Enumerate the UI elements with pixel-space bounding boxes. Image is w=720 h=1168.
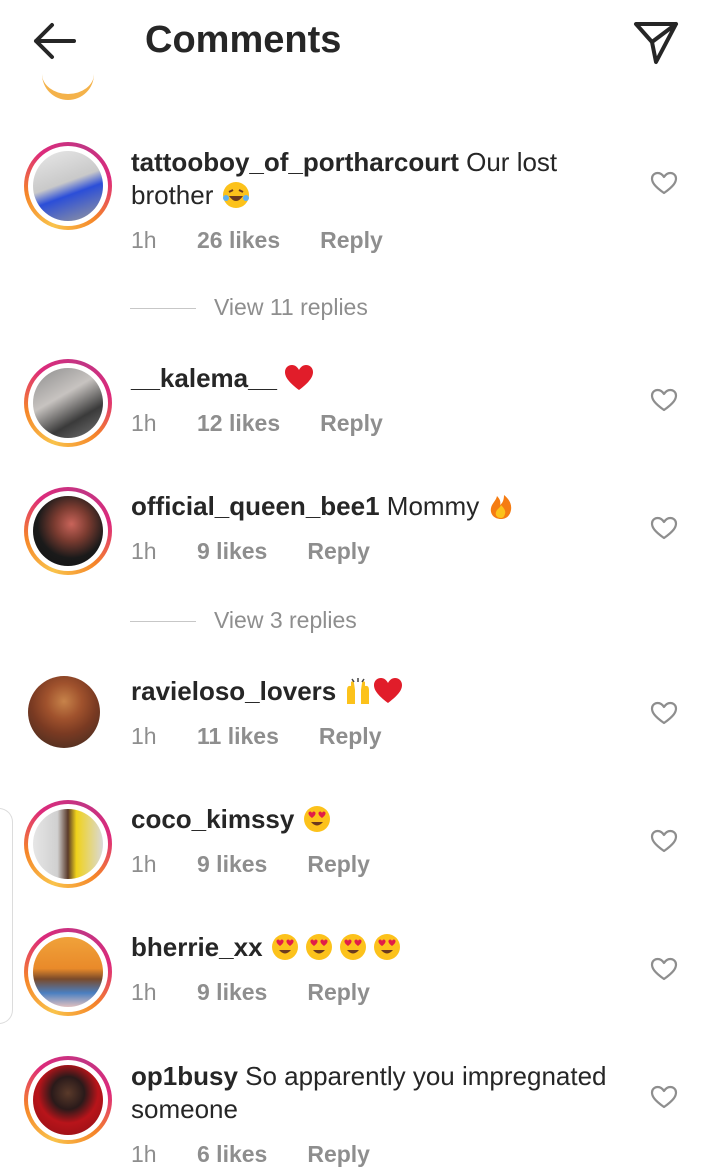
like-count[interactable]: 9 likes [197,537,267,565]
send-direct-icon[interactable] [630,16,682,68]
replies-divider [130,308,196,310]
avatar[interactable] [24,142,112,230]
raised-hands-emoji-icon [347,678,370,704]
heart-eyes-emoji-icon [373,934,400,960]
comment-time: 1h [131,538,157,564]
comment-meta: 1h 9 likes Reply [131,978,370,1006]
comment-username[interactable]: official_queen_bee1 [131,491,380,521]
like-count[interactable]: 11 likes [197,722,279,750]
view-replies-button[interactable]: View 11 replies [130,294,368,321]
heart-eyes-emoji-icon [303,806,330,832]
reply-button[interactable]: Reply [319,722,382,750]
like-heart-icon[interactable] [650,515,678,541]
comment-username[interactable]: coco_kimssy [131,804,294,834]
comment-username[interactable]: bherrie_xx [131,932,263,962]
like-count[interactable]: 9 likes [197,850,267,878]
comment-meta: 1h 6 likes Reply [131,1140,370,1168]
comment-username[interactable]: ravieloso_lovers [131,676,336,706]
avatar[interactable] [24,672,112,760]
like-heart-icon[interactable] [650,956,678,982]
avatar[interactable] [24,800,112,888]
edge-panel-handle[interactable] [0,808,13,1024]
heart-eyes-emoji-icon [305,934,332,960]
like-count[interactable]: 6 likes [197,1140,267,1168]
fire-emoji-icon [491,495,512,519]
like-count[interactable]: 9 likes [197,978,267,1006]
replies-divider [130,621,196,623]
back-arrow-icon[interactable] [28,16,84,66]
red-heart-emoji-icon [374,678,403,703]
reply-button[interactable]: Reply [307,1140,370,1168]
like-heart-icon[interactable] [650,387,678,413]
heart-eyes-emoji-icon [271,934,298,960]
comment-username[interactable]: op1busy [131,1061,238,1091]
comment-meta: 1h 9 likes Reply [131,537,370,565]
comment-time: 1h [131,723,157,749]
comment-time: 1h [131,227,157,253]
comment-meta: 1h 11 likes Reply [131,722,382,750]
like-heart-icon[interactable] [650,828,678,854]
comment-text: Mommy [386,491,480,521]
like-count[interactable]: 12 likes [197,409,280,437]
comment-time: 1h [131,979,157,1005]
avatar[interactable] [24,1056,112,1144]
comment-time: 1h [131,410,157,436]
like-heart-icon[interactable] [650,170,678,196]
heart-eyes-emoji-icon [339,934,366,960]
comment-time: 1h [131,851,157,877]
like-count[interactable]: 26 likes [197,226,280,254]
red-heart-emoji-icon [285,365,314,390]
reply-button[interactable]: Reply [320,226,383,254]
laughing-emoji-icon [222,182,249,208]
comment-time: 1h [131,1141,157,1167]
view-replies-button[interactable]: View 3 replies [130,607,357,634]
reply-button[interactable]: Reply [307,850,370,878]
reply-button[interactable]: Reply [320,409,383,437]
reply-button[interactable]: Reply [307,978,370,1006]
comment-meta: 1h 12 likes Reply [131,409,383,437]
avatar[interactable] [24,928,112,1016]
comment-username[interactable]: __kalema__ [131,363,277,393]
comment-username[interactable]: tattooboy_of_portharcourt [131,147,459,177]
header-bar: Comments [0,0,720,86]
avatar[interactable] [24,487,112,575]
reply-button[interactable]: Reply [307,537,370,565]
like-heart-icon[interactable] [650,700,678,726]
scrolled-avatar [42,60,94,100]
like-heart-icon[interactable] [650,1084,678,1110]
page-title: Comments [145,19,342,61]
comment-meta: 1h 9 likes Reply [131,850,370,878]
comment-meta: 1h 26 likes Reply [131,226,383,254]
avatar[interactable] [24,359,112,447]
